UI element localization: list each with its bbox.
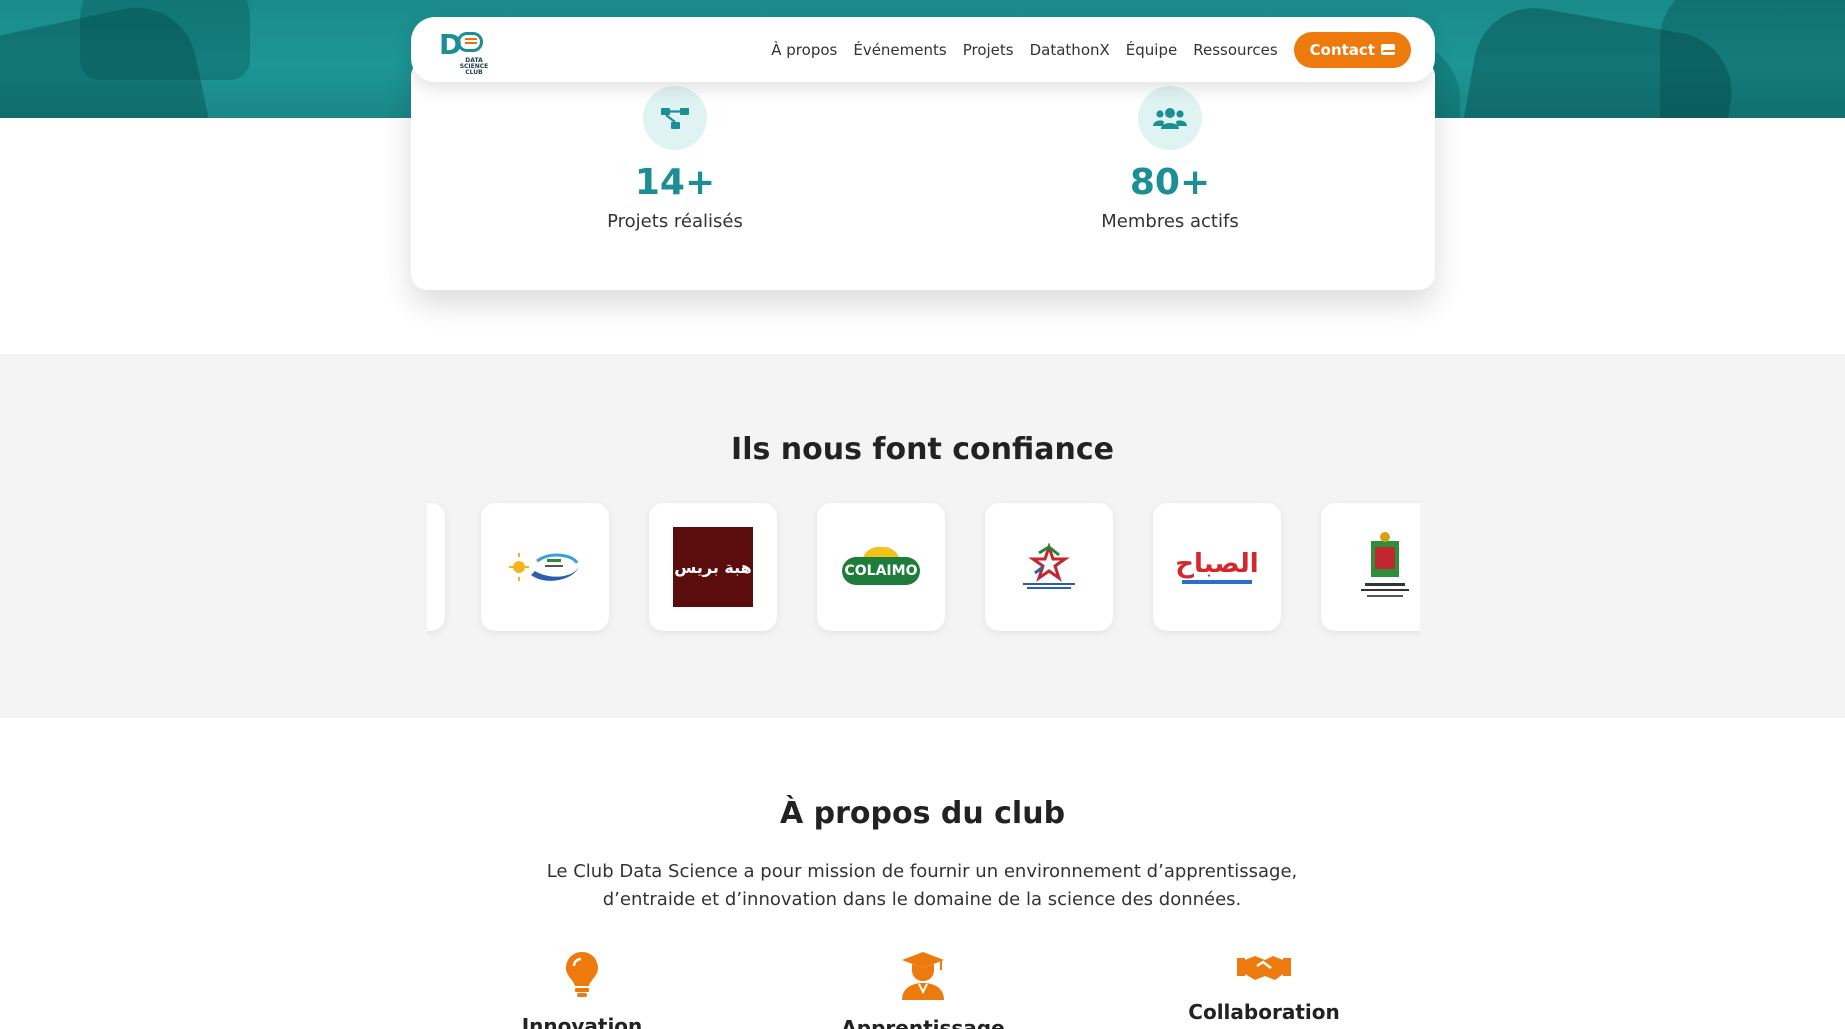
nav-links: À propos Événements Projets DatathonX Éq… xyxy=(771,31,1411,68)
nav-link-ressources[interactable]: Ressources xyxy=(1193,41,1277,59)
assabah-logo-underline xyxy=(1181,580,1252,584)
colaimo-logo: COLAIMO xyxy=(842,547,920,587)
logo-text: DATA SCIENCE CLUB xyxy=(459,56,489,76)
stats-card: 14+ Projets réalisés 80+ Membres actifs xyxy=(411,60,1435,290)
contact-button[interactable]: Contact xyxy=(1293,31,1411,68)
envelope-icon xyxy=(1381,44,1395,55)
about-description-line1: Le Club Data Science a pour mission de f… xyxy=(546,861,1298,882)
users-icon xyxy=(1138,86,1202,150)
contact-button-label: Contact xyxy=(1309,40,1375,59)
feature-apprentissage-label: Apprentissage xyxy=(841,1016,1005,1029)
nav-link-projets[interactable]: Projets xyxy=(963,41,1014,59)
feature-innovation-label: Innovation xyxy=(521,1014,643,1029)
feature-collaboration: Collaboration xyxy=(1164,950,1364,1024)
partner-logo-assabah: الصباح xyxy=(1153,503,1281,631)
stat-projects-label: Projets réalisés xyxy=(607,211,743,232)
club-logo[interactable]: D DATA SCIENCE CLUB xyxy=(439,28,495,76)
partners-title: Ils nous font confiance xyxy=(731,432,1114,467)
nav-link-a-propos[interactable]: À propos xyxy=(771,41,837,59)
partner-logo-colaimo: COLAIMO xyxy=(817,503,945,631)
navbar: D DATA SCIENCE CLUB À propos Événements … xyxy=(411,17,1435,82)
cloud-icon xyxy=(457,31,483,52)
hero-seat-shape xyxy=(1660,0,1845,118)
partner-logo-regional-council xyxy=(481,503,609,631)
feature-apprentissage: Apprentissage xyxy=(823,950,1023,1029)
stat-members-label: Membres actifs xyxy=(1101,211,1239,232)
nav-link-evenements[interactable]: Événements xyxy=(853,41,946,59)
about-title: À propos du club xyxy=(779,796,1066,831)
assabah-logo-text: الصباح xyxy=(1175,549,1259,579)
partner-logo-card-partial xyxy=(427,503,445,631)
hero-seat-shape xyxy=(80,0,250,80)
feature-collaboration-label: Collaboration xyxy=(1188,1000,1340,1024)
stat-projects: 14+ Projets réalisés xyxy=(525,86,825,232)
partners-section: Ils nous font confiance هبة بريس COLAIMO xyxy=(0,354,1845,718)
about-description-line2: d’entraide et d’innovation dans le domai… xyxy=(602,889,1242,910)
nav-link-datathonx[interactable]: DatathonX xyxy=(1030,41,1110,59)
feature-innovation: Innovation xyxy=(482,950,682,1029)
partner-logo-commune-oujda xyxy=(1321,503,1420,631)
partner-logo-snrt xyxy=(985,503,1113,631)
partners-carousel[interactable]: هبة بريس COLAIMO الصباح xyxy=(427,501,1420,641)
graduate-icon xyxy=(902,952,944,1000)
stat-members: 80+ Membres actifs xyxy=(1020,86,1320,232)
handshake-icon xyxy=(1237,956,1291,980)
stat-projects-value: 14+ xyxy=(634,162,716,203)
about-description: Le Club Data Science a pour mission de f… xyxy=(522,858,1322,914)
stat-members-value: 80+ xyxy=(1129,162,1211,203)
lightbulb-icon xyxy=(566,952,598,997)
project-diagram-icon xyxy=(643,86,707,150)
hiba-press-logo-text: هبة بريس xyxy=(673,527,753,607)
partner-logo-hiba-press: هبة بريس xyxy=(649,503,777,631)
nav-link-equipe[interactable]: Équipe xyxy=(1126,41,1177,59)
data-lines-icon xyxy=(465,37,477,40)
